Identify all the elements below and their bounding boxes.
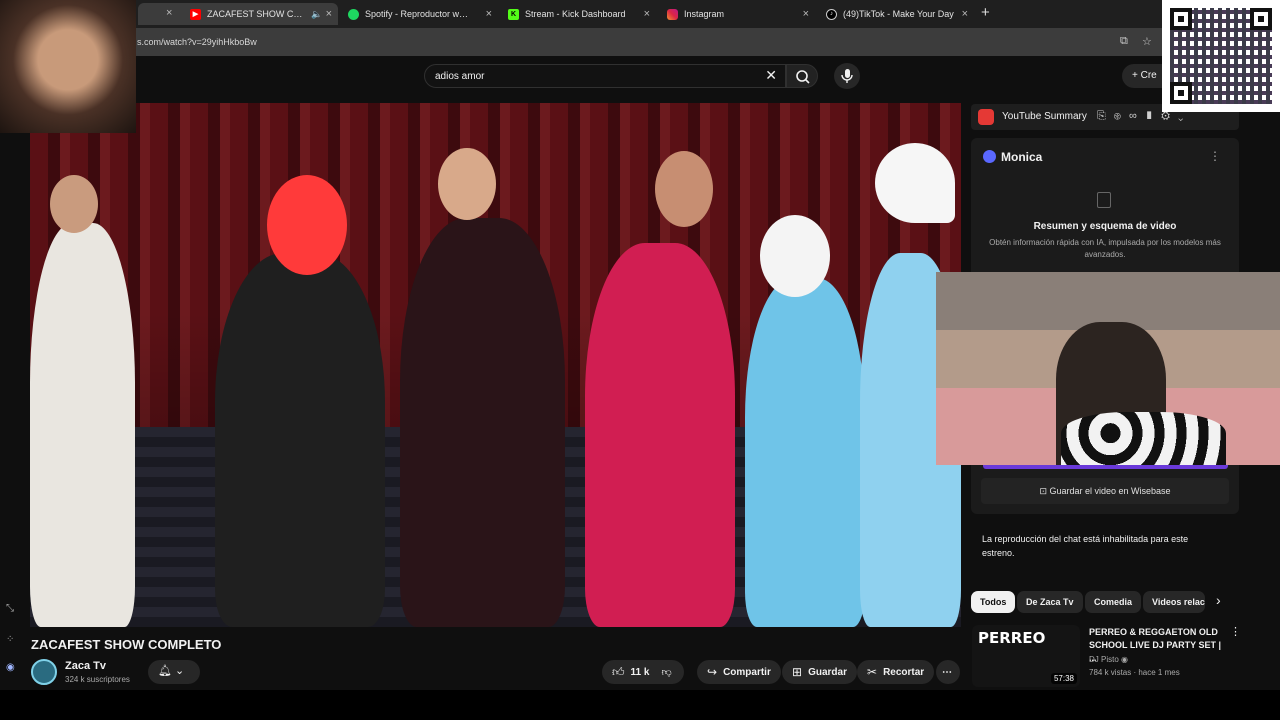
chip-de-zaca-tv[interactable]: De Zaca Tv: [1017, 591, 1083, 613]
bookmark-star-icon[interactable]: ☆: [1142, 35, 1152, 48]
recommendation-thumbnail[interactable]: PERREO 57:38: [972, 625, 1080, 687]
save-to-wisebase-button[interactable]: ⊡ Guardar el video en Wisebase: [981, 478, 1229, 504]
youtube-summary-logo-icon: [978, 109, 994, 125]
webcam-overlay: [0, 0, 136, 133]
cast-icon[interactable]: ⧉: [1120, 35, 1128, 48]
expand-icon[interactable]: ⤡: [6, 603, 14, 614]
tab-spotify[interactable]: Spotify - Reproductor web: mú ×: [348, 3, 498, 25]
search-input[interactable]: adios amor: [435, 71, 484, 82]
smurf-hat: [760, 215, 830, 297]
chevron-right-icon[interactable]: ›: [1216, 592, 1221, 608]
tab-kick[interactable]: K Stream - Kick Dashboard ×: [508, 3, 656, 25]
close-tab-icon[interactable]: ×: [166, 7, 172, 19]
video-player[interactable]: [30, 103, 961, 627]
save-icon: ⊞: [792, 665, 803, 679]
discord-icon[interactable]: ◉: [6, 662, 15, 673]
kick-icon: K: [508, 8, 519, 20]
person-head: [50, 175, 98, 233]
more-vertical-icon[interactable]: ⋮: [1209, 149, 1221, 163]
monica-logo-icon: [983, 150, 996, 163]
person-figure: [745, 278, 865, 627]
more-actions-button[interactable]: ⋯: [936, 660, 960, 684]
video-duration: 57:38: [1050, 673, 1077, 684]
tab-instagram[interactable]: Instagram ×: [667, 3, 815, 25]
plus-icon: +: [1132, 70, 1141, 81]
thumbs-up-icon[interactable]: 👍︎: [612, 665, 625, 680]
person-figure: [215, 253, 385, 627]
person-figure: [30, 223, 135, 627]
document-icon: [1097, 192, 1111, 208]
smurf-hat: [875, 143, 955, 223]
channel-avatar[interactable]: [31, 659, 57, 685]
share-button[interactable]: ↪ Compartir: [697, 660, 781, 684]
person-head: [267, 175, 347, 275]
browser-toolbar: s.com/watch?v=29yihHkboBw ⧉ ☆: [0, 28, 1280, 56]
screen: ▶ ZACAFEST SHOW COMPLETO 🔈 × × Spotify -…: [0, 0, 1280, 720]
clear-search-icon[interactable]: ✕: [765, 67, 777, 84]
bell-icon: 🔔︎: [158, 665, 172, 677]
qr-code: [1162, 0, 1280, 112]
new-tab-button[interactable]: +: [981, 4, 990, 21]
chevron-down-icon: ⌄: [175, 665, 185, 677]
youtube-header: adios amor ✕ + Cre: [0, 56, 1280, 100]
save-button[interactable]: ⊞ Guardar: [782, 660, 857, 684]
channel-name[interactable]: Zaca Tv: [65, 660, 106, 672]
search-button[interactable]: [786, 64, 818, 88]
grid-icon[interactable]: ⁘: [6, 634, 14, 645]
chat-disabled-note: La reproducción del chat está inhabilita…: [982, 534, 1189, 558]
more-horizontal-icon: ⋯: [942, 666, 952, 678]
close-tab-icon[interactable]: ×: [803, 8, 809, 20]
bookmark-icon: ⊡: [1039, 486, 1050, 496]
microphone-icon: [841, 69, 853, 83]
subscriber-count: 324 k suscriptores: [65, 675, 130, 684]
search-icon: [796, 70, 810, 84]
webcam-overlay-room: [936, 272, 1280, 465]
chip-comedia[interactable]: Comedia: [1085, 591, 1142, 613]
share-icon: ↪: [707, 665, 718, 679]
close-tab-icon[interactable]: ×: [326, 8, 332, 20]
tab-tiktok[interactable]: ♪ (49)TikTok - Make Your Day ×: [826, 3, 974, 25]
search-box[interactable]: adios amor ✕: [424, 64, 786, 88]
person-figure: [400, 218, 565, 627]
clip-button[interactable]: ✂ Recortar: [857, 660, 935, 684]
video-title: ZACAFEST SHOW COMPLETO: [31, 637, 222, 652]
person-figure: [585, 243, 735, 627]
browser-tab-strip: ▶ ZACAFEST SHOW COMPLETO 🔈 × × Spotify -…: [0, 0, 1280, 28]
close-tab-icon[interactable]: ×: [644, 8, 650, 20]
voice-search-button[interactable]: [834, 63, 860, 89]
cow-print-cushion: [1061, 412, 1226, 465]
bottom-strip: [0, 690, 1280, 720]
youtube-icon: ▶: [190, 8, 201, 20]
like-dislike-group: 👍︎ 11 k 👎︎: [602, 660, 684, 684]
instagram-icon: [667, 8, 678, 20]
close-tab-icon[interactable]: ×: [962, 8, 968, 20]
spotify-icon: [348, 8, 359, 20]
person-head: [438, 148, 496, 220]
chip-todos[interactable]: Todos: [971, 591, 1016, 613]
notifications-button[interactable]: 🔔︎ ⌄: [148, 660, 200, 684]
recommendation-meta: 784 k vistas · hace 1 mes: [1089, 668, 1180, 677]
thumbs-down-icon[interactable]: 👎︎: [661, 666, 671, 678]
address-bar[interactable]: s.com/watch?v=29yihHkboBw: [137, 37, 257, 47]
recommendation-channel[interactable]: DJ Pisto ◉: [1089, 655, 1128, 664]
chip-videos-relacionados[interactable]: Videos relac: [1143, 591, 1205, 613]
like-count[interactable]: 11 k: [631, 667, 650, 678]
scissors-icon: ✂: [867, 665, 878, 679]
speaker-icon[interactable]: 🔈: [311, 9, 322, 20]
close-tab-icon[interactable]: ×: [486, 8, 492, 20]
tiktok-icon: ♪: [826, 8, 837, 20]
more-vertical-icon[interactable]: ⋮: [1230, 625, 1241, 638]
person-head: [655, 151, 713, 227]
verified-icon: ◉: [1121, 655, 1129, 664]
